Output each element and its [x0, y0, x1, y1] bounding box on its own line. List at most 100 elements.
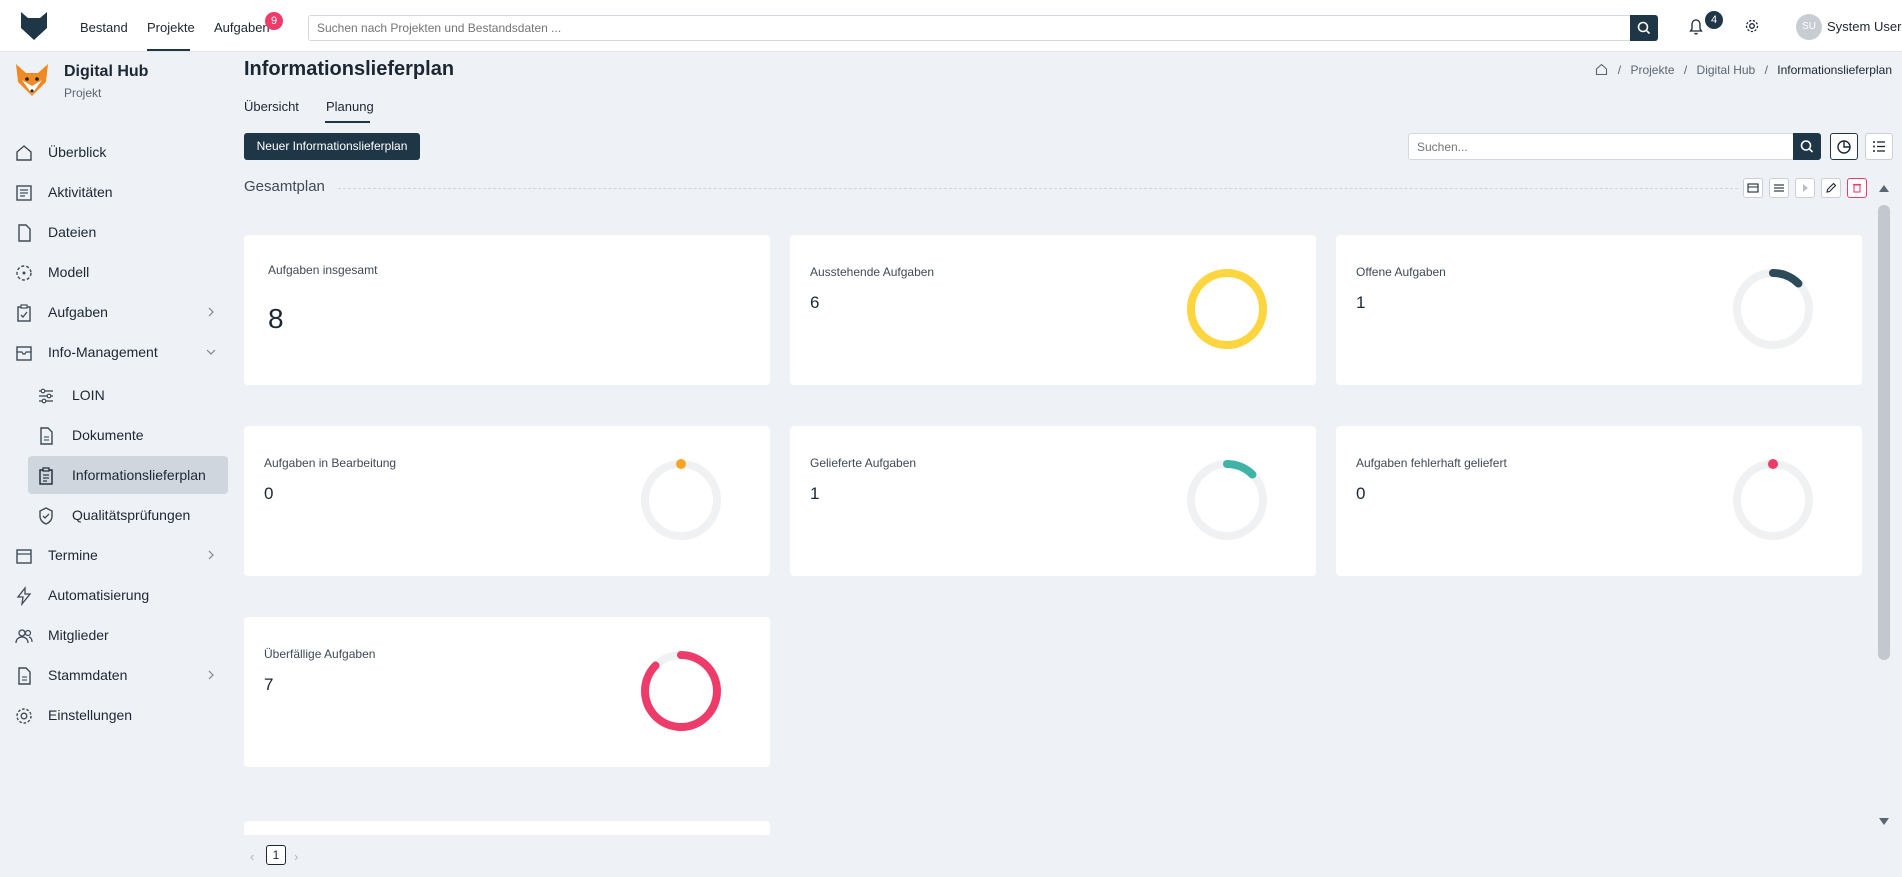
sidebar-item-einstellungen[interactable]: Einstellungen — [0, 696, 240, 734]
faulty-donut-chart — [1733, 459, 1813, 540]
donut-zero-marker — [1768, 459, 1778, 469]
sidebar-item-stammdaten[interactable]: Stammdaten — [0, 656, 240, 694]
card-title: Ausstehende Aufgaben — [810, 265, 935, 279]
tab-uebersicht[interactable]: Übersicht — [244, 99, 299, 114]
breadcrumb-projekte[interactable]: Projekte — [1630, 63, 1674, 77]
model-icon — [16, 265, 32, 281]
scroll-down-arrow-icon[interactable] — [1879, 818, 1889, 825]
donut-segment — [1187, 269, 1267, 349]
card-value: 0 — [264, 484, 274, 503]
list-view-button[interactable] — [1865, 133, 1893, 160]
sidebar-subitem-informationslieferplan[interactable]: Informationslieferplan — [28, 456, 228, 494]
breadcrumb: / Projekte / Digital Hub / Informationsl… — [1595, 63, 1892, 77]
card-value: 6 — [810, 293, 820, 312]
sidebar-subitem-label: Qualitätsprüfungen — [72, 507, 191, 523]
list-tool-button[interactable] — [1769, 178, 1789, 198]
card-value: 1 — [1356, 293, 1366, 312]
search-icon — [1800, 140, 1814, 153]
global-search-button[interactable] — [1630, 15, 1658, 41]
delivered-donut-chart — [1187, 460, 1267, 540]
bell-icon[interactable] — [1688, 18, 1704, 36]
sidebar-item-mitglieder[interactable]: Mitglieder — [0, 616, 240, 654]
plan-search-button[interactable] — [1793, 133, 1821, 160]
sidebar-item-aktivitaeten[interactable]: Aktivitäten — [0, 173, 240, 211]
breadcrumb-current: Informationslieferplan — [1777, 63, 1892, 77]
app-logo-icon[interactable] — [18, 10, 50, 42]
document-icon — [18, 667, 31, 685]
card-title: Offene Aufgaben — [1356, 265, 1446, 279]
scroll-up-arrow-icon[interactable] — [1879, 185, 1889, 192]
plan-search-input[interactable] — [1408, 133, 1794, 160]
play-tool-button[interactable] — [1795, 178, 1815, 198]
tasks-icon — [17, 304, 31, 322]
donut-segment — [1769, 269, 1803, 288]
topnav-projekte[interactable]: Projekte — [147, 20, 195, 35]
home-icon[interactable] — [1595, 63, 1608, 76]
sidebar-item-label: Stammdaten — [48, 667, 128, 683]
clipboard-icon — [39, 467, 53, 485]
card-title: Gelieferte Aufgaben — [810, 456, 917, 470]
sidebar-item-ueberblick[interactable]: Überblick — [0, 133, 240, 171]
topnav-active-indicator — [147, 49, 190, 51]
card-title: Aufgaben fehlerhaft geliefert — [1356, 456, 1507, 470]
page-title: Informationslieferplan — [244, 58, 455, 80]
scrollbar-thumb[interactable] — [1878, 205, 1890, 660]
avatar[interactable]: SU — [1796, 14, 1822, 40]
calendar-view-tool-button[interactable] — [1743, 178, 1763, 198]
sidebar-item-modell[interactable]: Modell — [0, 253, 240, 291]
lightning-icon — [16, 586, 32, 606]
card-value: 0 — [1356, 484, 1366, 503]
user-name[interactable]: System User — [1827, 19, 1901, 34]
inbox-icon — [16, 346, 32, 361]
settings-gear-icon[interactable] — [1744, 18, 1760, 34]
sidebar-subitem-label: Dokumente — [72, 427, 144, 443]
aufgaben-count-badge: 9 — [265, 12, 283, 30]
list-icon — [1774, 184, 1784, 192]
users-icon — [15, 629, 33, 644]
sidebar-item-termine[interactable]: Termine — [0, 536, 240, 574]
sidebar-item-info-management[interactable]: Info-Management — [0, 333, 240, 371]
plan-card-partial — [244, 821, 770, 835]
sidebar-item-dateien[interactable]: Dateien — [0, 213, 240, 251]
stat-card-overdue: Überfällige Aufgaben 7 — [244, 617, 770, 767]
sidebar-item-label: Termine — [48, 547, 98, 563]
sidebar-item-aufgaben[interactable]: Aufgaben — [0, 293, 240, 331]
pagination-prev-button[interactable]: ‹ — [250, 849, 254, 864]
sidebar-subitem-label: Informationslieferplan — [72, 467, 206, 483]
card-value: 1 — [810, 484, 820, 503]
breadcrumb-separator: / — [1683, 63, 1688, 77]
stat-card-in-progress: Aufgaben in Bearbeitung 0 — [244, 426, 770, 576]
top-bar: Bestand Projekte Aufgaben 9 4 SU System … — [0, 0, 1902, 52]
delete-tool-button[interactable] — [1847, 178, 1867, 198]
in-progress-donut-chart — [641, 459, 721, 540]
tab-planung[interactable]: Planung — [326, 99, 374, 114]
pending-donut-chart — [1187, 269, 1267, 349]
donut-segment — [1223, 460, 1257, 479]
card-value: 8 — [268, 303, 284, 334]
chart-view-button[interactable] — [1830, 133, 1858, 160]
topnav-aufgaben[interactable]: Aufgaben — [214, 20, 270, 35]
global-search-input[interactable] — [308, 15, 1631, 41]
topnav-bestand[interactable]: Bestand — [80, 20, 128, 35]
overdue-donut-chart — [641, 651, 721, 731]
calendar-icon — [16, 549, 32, 564]
stat-card-faulty: Aufgaben fehlerhaft geliefert 0 — [1336, 426, 1862, 576]
edit-tool-button[interactable] — [1821, 178, 1841, 198]
sidebar-item-automatisierung[interactable]: Automatisierung — [0, 576, 240, 614]
new-delivery-plan-button[interactable]: Neuer Informationslieferplan — [244, 133, 420, 160]
section-title: Gesamtplan — [244, 178, 325, 195]
card-title: Aufgaben in Bearbeitung — [264, 456, 397, 470]
sidebar-subitem-dokumente[interactable]: Dokumente — [28, 416, 228, 454]
stat-card-delivered: Gelieferte Aufgaben 1 — [790, 426, 1316, 576]
tab-active-indicator — [325, 121, 370, 123]
stat-card-total: Aufgaben insgesamt 8 — [244, 235, 770, 385]
breadcrumb-separator: / — [1764, 63, 1768, 77]
pagination-next-button[interactable]: › — [294, 849, 298, 864]
sidebar-subitem-qualitaetspruefungen[interactable]: Qualitätsprüfungen — [28, 496, 228, 534]
sidebar-subitem-loin[interactable]: LOIN — [28, 376, 228, 414]
list-icon — [1873, 141, 1885, 152]
card-value: 7 — [264, 675, 274, 694]
pagination-page-current[interactable]: 1 — [266, 845, 286, 865]
chevron-right-icon — [208, 307, 214, 317]
breadcrumb-digital-hub[interactable]: Digital Hub — [1697, 63, 1756, 77]
